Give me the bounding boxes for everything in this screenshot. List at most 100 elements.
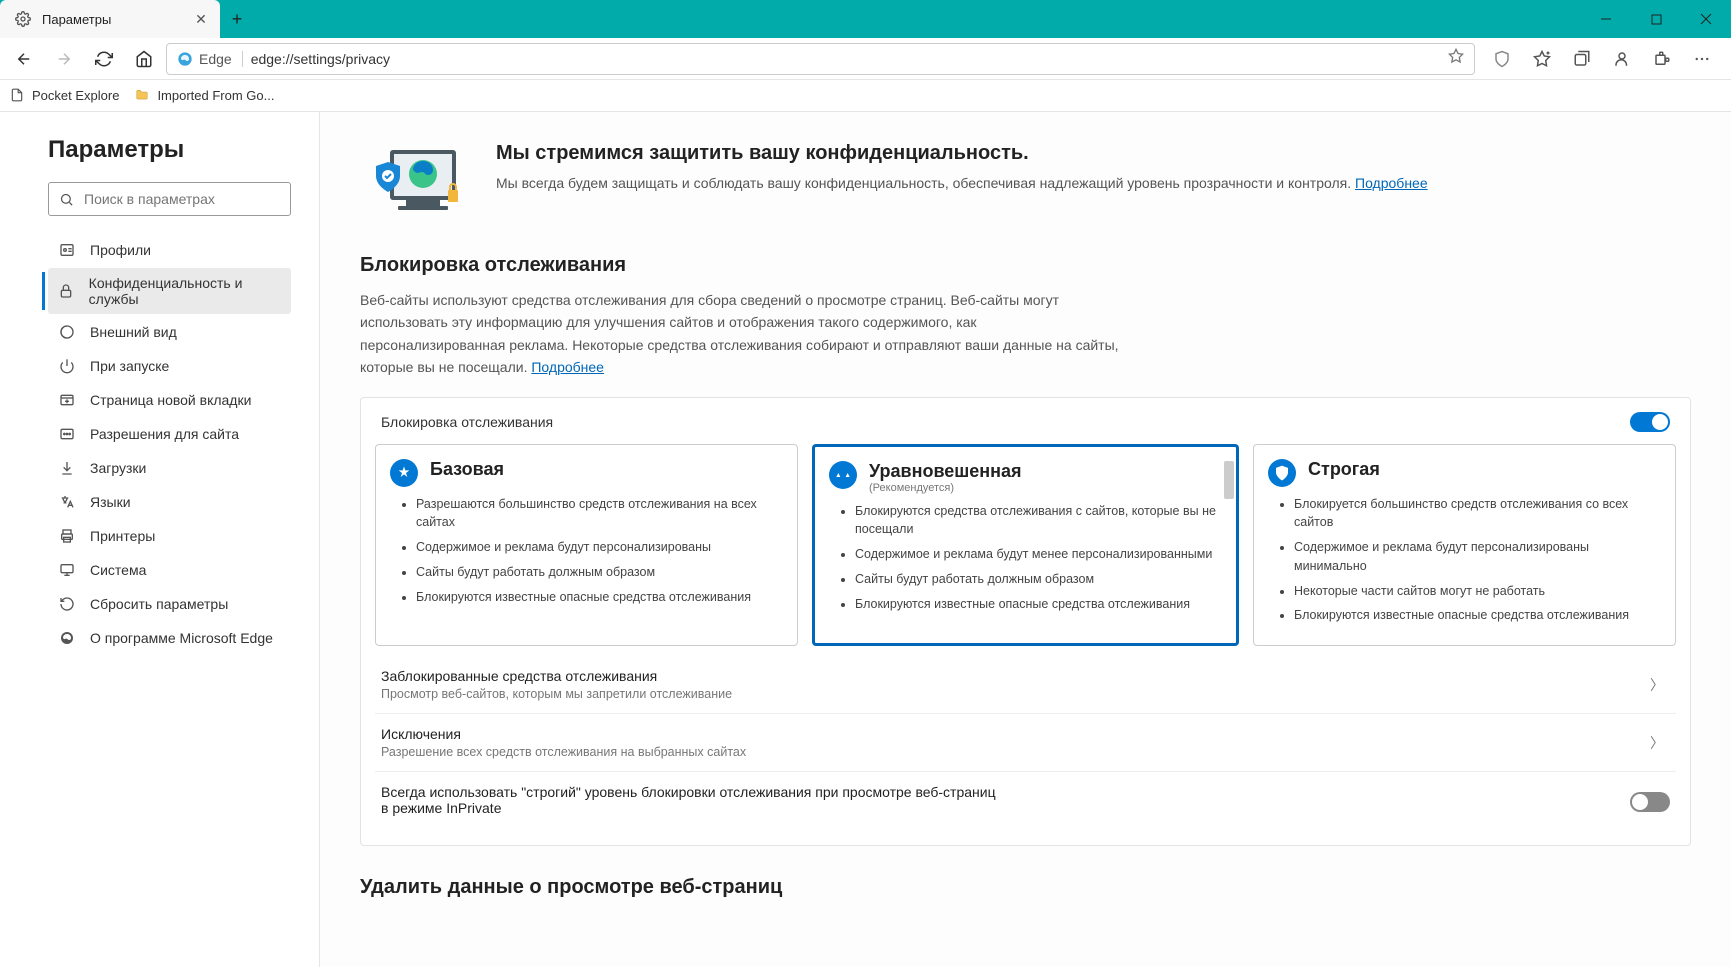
minimize-button[interactable]	[1581, 0, 1631, 38]
level-bullet: Блокируются известные опасные средства о…	[1294, 606, 1661, 625]
site-identity-label: Edge	[199, 51, 232, 67]
level-bullet: Сайты будут работать должным образом	[855, 570, 1222, 589]
newtab-icon	[58, 391, 76, 409]
nav-printers[interactable]: Принтеры	[48, 520, 291, 552]
basic-level-icon	[390, 459, 418, 487]
nav-label: Страница новой вкладки	[90, 392, 251, 408]
close-window-button[interactable]	[1681, 0, 1731, 38]
hero-link[interactable]: Подробнее	[1355, 175, 1428, 191]
extensions-icon[interactable]	[1643, 41, 1681, 77]
chevron-right-icon: 〉	[1644, 675, 1670, 695]
hero-desc: Мы всегда будем защищать и соблюдать ваш…	[496, 173, 1428, 194]
nav-languages[interactable]: Языки	[48, 486, 291, 518]
privacy-hero-icon	[360, 142, 470, 220]
search-input[interactable]	[84, 191, 280, 207]
favorite-star-icon[interactable]	[1448, 48, 1464, 69]
balanced-level-icon	[829, 461, 857, 489]
nav-about[interactable]: О программе Microsoft Edge	[48, 622, 291, 654]
blocked-trackers-row[interactable]: Заблокированные средства отслеживания Пр…	[375, 656, 1676, 713]
row-title: Заблокированные средства отслеживания	[381, 668, 1644, 684]
url-text: edge://settings/privacy	[251, 51, 1440, 67]
exceptions-row[interactable]: Исключения Разрешение всех средств отсле…	[375, 713, 1676, 771]
bookmark-item[interactable]: Pocket Explore	[10, 88, 119, 104]
tab-close-button[interactable]: ✕	[192, 10, 210, 28]
inprivate-strict-row: Всегда использовать "строгий" уровень бл…	[375, 771, 1676, 831]
nav-label: Внешний вид	[90, 324, 177, 340]
level-balanced[interactable]: Уравновешенная (Рекомендуется) Блокируют…	[812, 444, 1239, 647]
page-icon	[10, 88, 26, 104]
toolbar: Edge edge://settings/privacy	[0, 38, 1731, 80]
settings-nav: Профили Конфиденциальность и службы Внеш…	[48, 234, 291, 654]
tracking-link[interactable]: Подробнее	[531, 359, 604, 375]
nav-label: Разрешения для сайта	[90, 426, 239, 442]
tracking-card: Блокировка отслеживания Базовая Разрешаю…	[360, 397, 1691, 847]
nav-label: При запуске	[90, 358, 169, 374]
maximize-button[interactable]	[1631, 0, 1681, 38]
nav-label: Конфиденциальность и службы	[89, 275, 281, 307]
row-desc: Разрешение всех средств отслеживания на …	[381, 745, 1644, 759]
download-icon	[58, 459, 76, 477]
nav-system[interactable]: Система	[48, 554, 291, 586]
tracking-levels: Базовая Разрешаются большинство средств …	[375, 444, 1676, 647]
window-controls	[1581, 0, 1731, 38]
site-identity[interactable]: Edge	[177, 51, 243, 67]
nav-appearance[interactable]: Внешний вид	[48, 316, 291, 348]
settings-search[interactable]	[48, 182, 291, 216]
browser-tab[interactable]: Параметры ✕	[0, 0, 220, 38]
bookmark-item[interactable]: Imported From Go...	[135, 88, 274, 104]
nav-profiles[interactable]: Профили	[48, 234, 291, 266]
nav-privacy[interactable]: Конфиденциальность и службы	[48, 268, 291, 314]
refresh-button[interactable]	[86, 41, 122, 77]
tracking-prevention-icon[interactable]	[1483, 41, 1521, 77]
new-tab-button[interactable]: +	[220, 0, 254, 38]
settings-content: Мы стремимся защитить вашу конфиденциаль…	[320, 112, 1731, 967]
nav-startup[interactable]: При запуске	[48, 350, 291, 382]
main-area: Параметры Профили Конфиденциальность и с…	[0, 112, 1731, 967]
nav-label: О программе Microsoft Edge	[90, 630, 273, 646]
tab-icon-gear	[14, 10, 32, 28]
tracking-toggle-label: Блокировка отслеживания	[381, 414, 553, 430]
nav-label: Языки	[90, 494, 131, 510]
profile-icon[interactable]	[1603, 41, 1641, 77]
scrollbar-thumb[interactable]	[1224, 461, 1234, 499]
bookmarks-bar: Pocket Explore Imported From Go...	[0, 80, 1731, 112]
level-bullet: Разрешаются большинство средств отслежив…	[416, 495, 783, 533]
settings-sidebar: Параметры Профили Конфиденциальность и с…	[0, 112, 320, 967]
tab-title: Параметры	[42, 12, 192, 27]
printer-icon	[58, 527, 76, 545]
row-desc: Просмотр веб-сайтов, которым мы запретил…	[381, 687, 1644, 701]
more-menu-icon[interactable]	[1683, 41, 1721, 77]
tracking-title: Блокировка отслеживания	[360, 254, 1691, 277]
nav-downloads[interactable]: Загрузки	[48, 452, 291, 484]
nav-reset[interactable]: Сбросить параметры	[48, 588, 291, 620]
level-title: Уравновешенная	[869, 461, 1222, 482]
level-bullet: Блокируются известные опасные средства о…	[855, 595, 1222, 614]
nav-label: Принтеры	[90, 528, 155, 544]
row-title: Всегда использовать "строгий" уровень бл…	[381, 784, 1001, 816]
collections-icon[interactable]	[1563, 41, 1601, 77]
language-icon	[58, 493, 76, 511]
hero-title: Мы стремимся защитить вашу конфиденциаль…	[496, 142, 1428, 165]
folder-icon	[135, 88, 151, 104]
nav-label: Сбросить параметры	[90, 596, 228, 612]
nav-newtab[interactable]: Страница новой вкладки	[48, 384, 291, 416]
lock-icon	[58, 282, 75, 300]
level-basic[interactable]: Базовая Разрешаются большинство средств …	[375, 444, 798, 647]
home-button[interactable]	[126, 41, 162, 77]
permissions-icon	[58, 425, 76, 443]
nav-label: Система	[90, 562, 146, 578]
system-icon	[58, 561, 76, 579]
forward-button[interactable]	[46, 41, 82, 77]
tracking-toggle[interactable]	[1630, 412, 1670, 432]
edge-icon	[58, 629, 76, 647]
level-bullet: Содержимое и реклама будут персонализиро…	[1294, 538, 1661, 576]
inprivate-strict-toggle[interactable]	[1630, 792, 1670, 812]
favorites-icon[interactable]	[1523, 41, 1561, 77]
level-bullet: Блокируются известные опасные средства о…	[416, 588, 783, 607]
strict-level-icon	[1268, 459, 1296, 487]
level-strict[interactable]: Строгая Блокируется большинство средств …	[1253, 444, 1676, 647]
back-button[interactable]	[6, 41, 42, 77]
nav-permissions[interactable]: Разрешения для сайта	[48, 418, 291, 450]
address-bar[interactable]: Edge edge://settings/privacy	[166, 43, 1475, 75]
bookmark-label: Pocket Explore	[32, 88, 119, 103]
